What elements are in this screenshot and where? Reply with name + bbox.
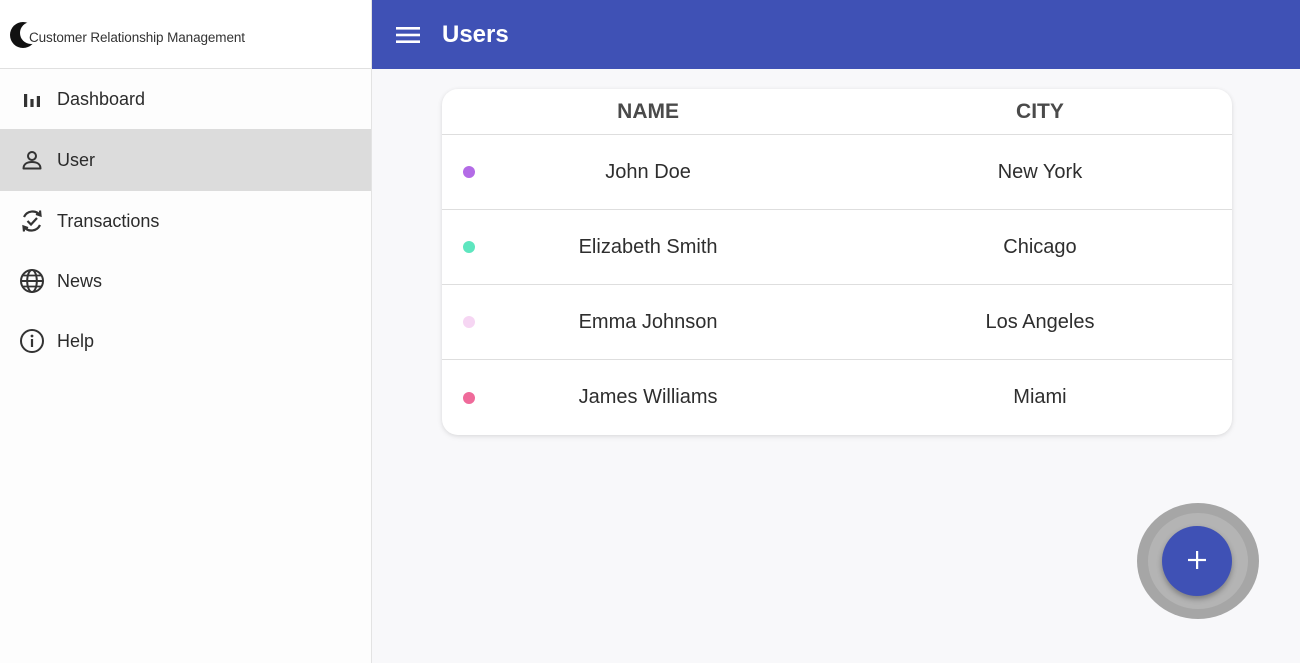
hamburger-menu-icon[interactable] [393,20,423,50]
table-row[interactable]: John Doe New York [442,135,1232,210]
sidebar-item-user[interactable]: User [0,129,371,191]
brand-name: Customer Relationship Management [29,29,245,45]
cell-name: John Doe [605,160,691,183]
status-dot-cell [442,241,498,253]
sidebar-item-label: Help [57,330,95,351]
sidebar-item-label: News [57,270,103,291]
cell-city: Chicago [1003,235,1077,258]
sidebar-item-label: Dashboard [57,88,146,109]
brand-header: Customer Relationship Management [0,0,371,69]
column-header-name[interactable]: NAME [498,100,798,124]
status-dot-cell [442,166,498,178]
sidebar-item-label: User [57,149,96,170]
table-row[interactable]: Elizabeth Smith Chicago [442,210,1232,285]
sidebar-item-transactions[interactable]: Transactions [0,191,371,251]
table-row[interactable]: Emma Johnson Los Angeles [442,285,1232,360]
users-table: NAME CITY John Doe New York Elizabeth Sm… [442,89,1232,435]
cell-name: Emma Johnson [578,310,718,333]
cell-city: New York [997,160,1083,183]
status-dot-cell [442,316,498,328]
app-bar: Users [372,0,1300,69]
plus-icon [1186,549,1208,574]
sidebar-nav: Dashboard User Transactions News Help [0,69,371,371]
status-dot [463,391,476,404]
sidebar-item-news[interactable]: News [0,251,371,311]
cell-name: James Williams [578,386,718,408]
page-title: Users [442,20,509,48]
info-icon [19,328,45,354]
cell-name: Elizabeth Smith [578,235,718,258]
column-header-city[interactable]: CITY [848,100,1232,124]
sidebar: Customer Relationship Management Dashboa… [0,0,372,663]
cell-city: Miami [1013,386,1067,408]
globe-icon [19,268,45,294]
person-icon [19,147,45,173]
bar-chart-icon [19,86,45,112]
add-user-button[interactable] [1162,526,1232,596]
status-dot [463,241,476,253]
sidebar-item-help[interactable]: Help [0,311,371,371]
sidebar-item-dashboard[interactable]: Dashboard [0,69,371,129]
table-row[interactable]: James Williams Miami [442,360,1232,435]
status-dot [463,316,476,328]
sidebar-item-label: Transactions [57,210,160,231]
sync-check-icon [19,208,45,234]
cell-city: Los Angeles [985,310,1095,333]
table-header: NAME CITY [442,89,1232,135]
status-dot [463,166,476,178]
status-dot-cell [442,391,498,404]
